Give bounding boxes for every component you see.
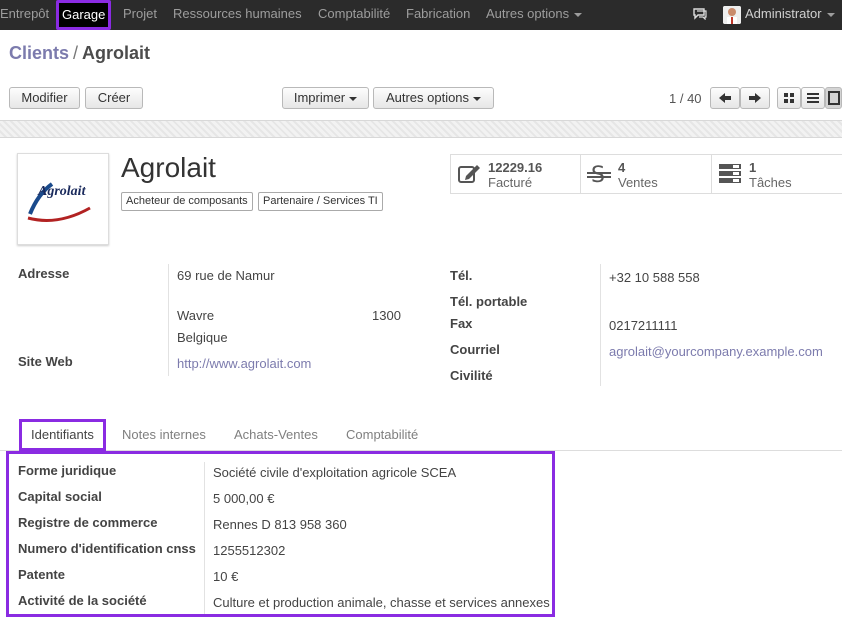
sales-value: 4 bbox=[618, 160, 626, 175]
more-options-label: Autres options bbox=[385, 90, 470, 105]
menu-comptabilite[interactable]: Comptabilité bbox=[318, 0, 390, 30]
company-activity-value[interactable]: Culture et production animale, chasse et… bbox=[213, 595, 550, 610]
avatar-image bbox=[723, 6, 741, 24]
legal-form-label: Forme juridique bbox=[18, 463, 117, 478]
email-link[interactable]: agrolait@yourcompany.example.com bbox=[609, 344, 823, 359]
website-label: Site Web bbox=[18, 354, 73, 369]
share-capital-value[interactable]: 5 000,00 € bbox=[213, 491, 274, 506]
chevron-down-icon bbox=[574, 12, 583, 17]
tab-comptabilite[interactable]: Comptabilité bbox=[346, 426, 418, 450]
invoice-edit-icon bbox=[458, 165, 480, 183]
chevron-down-icon bbox=[826, 12, 835, 17]
user-avatar[interactable] bbox=[723, 6, 741, 24]
address-city[interactable]: Wavre bbox=[177, 308, 214, 323]
grid-icon bbox=[784, 93, 794, 103]
tab-achats-ventes[interactable]: Achats-Ventes bbox=[234, 426, 318, 450]
edit-button[interactable]: Modifier bbox=[9, 87, 80, 109]
address-country[interactable]: Belgique bbox=[177, 330, 228, 345]
address-street[interactable]: 69 rue de Namur bbox=[177, 268, 275, 283]
chat-icon[interactable] bbox=[693, 8, 707, 20]
sales-label: Ventes bbox=[618, 175, 658, 190]
arrow-right-icon bbox=[749, 93, 761, 103]
partner-logo[interactable]: Agrolait bbox=[17, 153, 109, 245]
invoiced-label: Facturé bbox=[488, 175, 533, 190]
phone-value[interactable]: +32 10 588 558 bbox=[609, 270, 700, 285]
mobile-label: Tél. portable bbox=[450, 294, 528, 309]
phone-label: Tél. bbox=[450, 268, 473, 283]
breadcrumb: Clients / Agrolait bbox=[9, 43, 150, 64]
pager-next-button[interactable] bbox=[740, 87, 770, 109]
breadcrumb-separator: / bbox=[73, 43, 79, 63]
tab-notes-internes[interactable]: Notes internes bbox=[122, 426, 206, 450]
user-name: Administrator bbox=[745, 6, 822, 21]
tag-partenaire-services-ti[interactable]: Partenaire / Services TI bbox=[258, 192, 383, 211]
trade-register-value[interactable]: Rennes D 813 958 360 bbox=[213, 517, 347, 532]
address-zip[interactable]: 1300 bbox=[372, 308, 401, 323]
website-link[interactable]: http://www.agrolait.com bbox=[177, 356, 311, 371]
tasks-icon bbox=[719, 164, 741, 183]
kanban-view-button[interactable] bbox=[777, 87, 801, 109]
form-header-strip bbox=[0, 120, 842, 138]
menu-fabrication[interactable]: Fabrication bbox=[406, 0, 470, 30]
email-label: Courriel bbox=[450, 342, 500, 357]
cnss-number-label: Numero d'identification cnss bbox=[18, 541, 196, 556]
print-button[interactable]: Imprimer bbox=[282, 87, 369, 109]
menu-ressources-humaines[interactable]: Ressources humaines bbox=[173, 0, 302, 30]
menu-autres-options[interactable]: Autres options bbox=[486, 0, 583, 30]
cnss-number-value[interactable]: 1255512302 bbox=[213, 543, 285, 558]
invoiced-value: 12229.16 bbox=[488, 160, 543, 175]
pager-previous-button[interactable] bbox=[710, 87, 740, 109]
breadcrumb-clients[interactable]: Clients bbox=[9, 43, 69, 63]
fax-label: Fax bbox=[450, 316, 473, 331]
field-divider bbox=[204, 462, 205, 614]
create-button[interactable]: Créer bbox=[85, 87, 143, 109]
menu-projet[interactable]: Projet bbox=[123, 0, 157, 30]
trade-register-label: Registre de commerce bbox=[18, 515, 158, 530]
dollar-icon: S bbox=[587, 163, 611, 186]
share-capital-label: Capital social bbox=[18, 489, 102, 504]
address-label: Adresse bbox=[18, 266, 70, 281]
list-view-button[interactable] bbox=[801, 87, 825, 109]
fax-value[interactable]: 0217211111 bbox=[609, 318, 677, 333]
user-menu[interactable]: Administrator bbox=[745, 0, 835, 30]
field-divider bbox=[168, 264, 169, 376]
logo-text: Agrolait bbox=[37, 184, 87, 199]
civility-label: Civilité bbox=[450, 368, 493, 383]
tasks-label: Tâches bbox=[749, 175, 792, 190]
pager-value[interactable]: 1 / 40 bbox=[669, 91, 702, 106]
caret-down-icon bbox=[349, 96, 358, 101]
field-divider bbox=[600, 264, 601, 386]
tag-acheteur-composants[interactable]: Acheteur de composants bbox=[121, 192, 253, 211]
list-icon bbox=[807, 93, 819, 103]
menu-garage[interactable]: Garage bbox=[56, 0, 112, 30]
form-icon bbox=[827, 91, 840, 105]
caret-down-icon bbox=[473, 96, 482, 101]
form-view-button[interactable] bbox=[825, 87, 842, 109]
top-navbar: Entrepôt Garage Projet Ressources humain… bbox=[0, 0, 842, 30]
tasks-smart-button[interactable]: 1 Tâches bbox=[711, 154, 842, 194]
sales-smart-button[interactable]: S 4 Ventes bbox=[580, 154, 712, 194]
legal-form-value[interactable]: Société civile d'exploitation agricole S… bbox=[213, 465, 456, 480]
arrow-left-icon bbox=[719, 93, 731, 103]
menu-autres-options-label: Autres options bbox=[486, 6, 570, 21]
invoiced-smart-button[interactable]: 12229.16 Facturé bbox=[450, 154, 581, 194]
patente-label: Patente bbox=[18, 567, 65, 582]
menu-entrepot[interactable]: Entrepôt bbox=[0, 0, 49, 30]
tab-identifiants[interactable]: Identifiants bbox=[19, 419, 106, 451]
svg-text:S: S bbox=[591, 163, 605, 186]
more-options-button[interactable]: Autres options bbox=[373, 87, 494, 109]
breadcrumb-current: Agrolait bbox=[82, 43, 151, 63]
tasks-value: 1 bbox=[749, 160, 757, 175]
print-button-label: Imprimer bbox=[293, 90, 346, 105]
patente-value[interactable]: 10 € bbox=[213, 569, 238, 584]
partner-name[interactable]: Agrolait bbox=[121, 152, 216, 184]
agrolait-logo-image: Agrolait bbox=[27, 182, 91, 222]
company-activity-label: Activité de la société bbox=[18, 593, 147, 608]
